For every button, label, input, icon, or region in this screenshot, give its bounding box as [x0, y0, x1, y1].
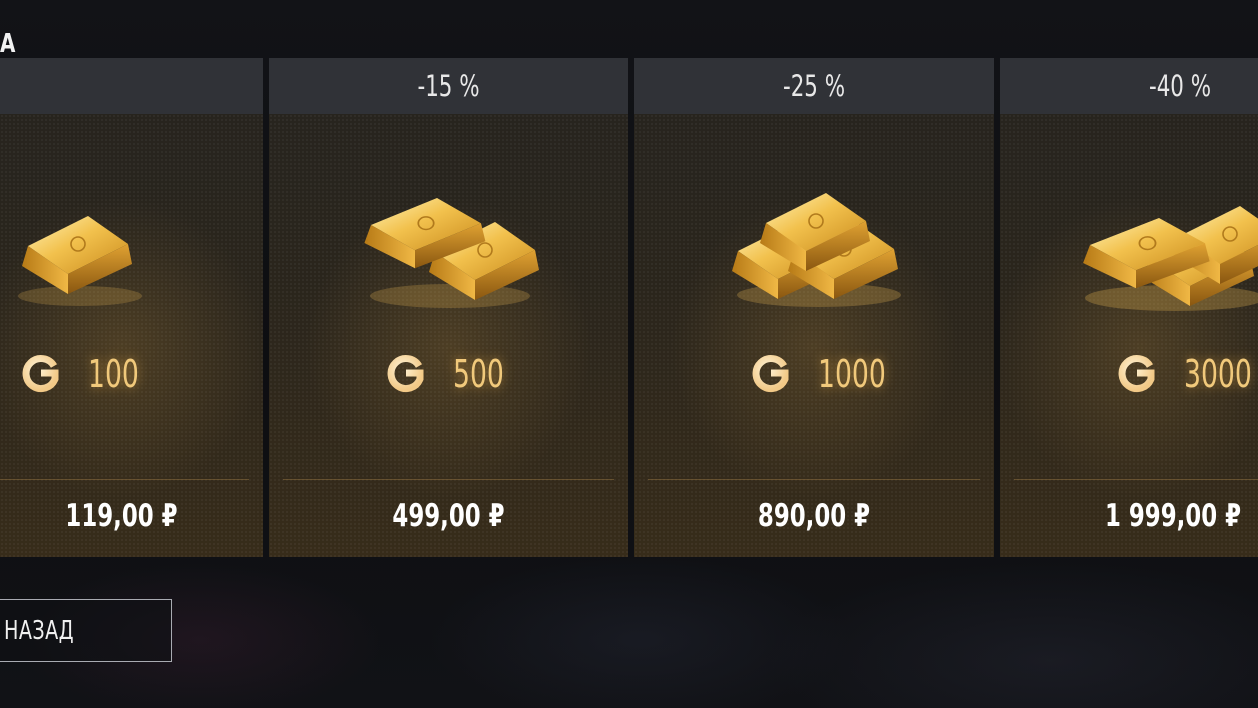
- price-label: 890,00 ₽: [757, 498, 871, 534]
- price-label: 119,00 ₽: [65, 498, 178, 534]
- gold-amount-value: 1000: [818, 352, 886, 396]
- gold-currency-icon: [383, 352, 427, 396]
- discount-label: -40 %: [1148, 69, 1212, 103]
- back-button-label: НАЗАД: [4, 616, 75, 646]
- gold-bars-icon: [365, 198, 535, 308]
- gold-amount: 100: [18, 350, 153, 398]
- gold-currency-icon: [748, 352, 792, 396]
- gold-shop-screen: А 100 119,00 ₽ -15 % 500 499,00 ₽ -25 % …: [0, 0, 1258, 708]
- divider: [0, 479, 249, 480]
- offer-card-1000[interactable]: -25 % 1000 890,00 ₽: [634, 58, 994, 557]
- screen-title: А: [0, 29, 17, 59]
- offer-header: -25 %: [634, 58, 994, 114]
- gold-bars-icon: [1080, 188, 1258, 313]
- gold-amount-value: 3000: [1184, 352, 1252, 396]
- gold-amount-value: 500: [453, 352, 504, 396]
- offer-card-100[interactable]: 100 119,00 ₽: [0, 58, 263, 557]
- divider: [648, 479, 980, 480]
- gold-amount: 500: [383, 350, 518, 398]
- gold-currency-icon: [1114, 352, 1158, 396]
- gold-amount: 3000: [1114, 350, 1258, 398]
- price-label: 499,00 ₽: [392, 498, 505, 534]
- gold-amount-value: 100: [88, 352, 139, 396]
- discount-label: -15 %: [417, 69, 480, 103]
- discount-label: -25 %: [782, 69, 846, 103]
- gold-bars-icon: [734, 193, 904, 308]
- price-label: 1 999,00 ₽: [1105, 498, 1241, 534]
- gold-currency-icon: [18, 352, 62, 396]
- divider: [1014, 479, 1258, 480]
- offer-card-3000[interactable]: -40 % 3000 1 999,00 ₽: [1000, 58, 1258, 557]
- divider: [283, 479, 614, 480]
- offer-header: -15 %: [269, 58, 628, 114]
- gold-amount: 1000: [748, 350, 905, 398]
- offer-header: -40 %: [1000, 58, 1258, 114]
- gold-bar-icon: [10, 208, 150, 308]
- offer-card-500[interactable]: -15 % 500 499,00 ₽: [269, 58, 628, 557]
- back-button[interactable]: НАЗАД: [0, 599, 172, 662]
- offer-header: [0, 58, 263, 114]
